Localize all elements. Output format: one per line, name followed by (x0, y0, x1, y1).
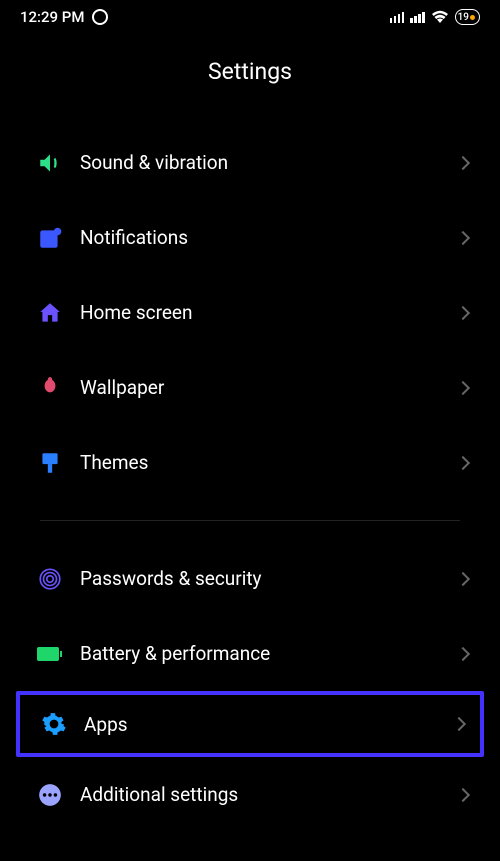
status-left: 12:29 PM (20, 8, 108, 26)
item-wallpaper[interactable]: Wallpaper (20, 350, 480, 425)
item-label: Notifications (80, 226, 458, 249)
assistant-icon (92, 9, 108, 25)
item-themes[interactable]: Themes (20, 425, 480, 500)
battery-percent: 19 (458, 12, 469, 23)
item-label: Home screen (80, 301, 458, 324)
chevron-right-icon (456, 155, 470, 169)
battery-icon: 19 (455, 9, 480, 25)
item-label: Passwords & security (80, 567, 458, 590)
item-home-screen[interactable]: Home screen (20, 275, 480, 350)
item-label: Additional settings (80, 783, 458, 806)
item-label: Wallpaper (80, 376, 458, 399)
gear-icon (24, 711, 84, 737)
signal-icon-1 (390, 12, 405, 23)
status-right: 19 (390, 9, 480, 25)
item-label: Apps (84, 713, 454, 736)
chevron-right-icon (456, 455, 470, 469)
page-title: Settings (0, 28, 500, 125)
item-passwords-security[interactable]: Passwords & security (20, 541, 480, 616)
item-label: Battery & performance (80, 642, 458, 665)
home-icon (20, 300, 80, 326)
brush-icon (20, 450, 80, 476)
item-label: Themes (80, 451, 458, 474)
divider (40, 520, 460, 521)
item-notifications[interactable]: Notifications (20, 200, 480, 275)
signal-icon-2 (410, 12, 425, 23)
item-apps[interactable]: Apps (24, 695, 476, 753)
battery-icon (20, 645, 80, 663)
chevron-right-icon (456, 646, 470, 660)
item-sound-vibration[interactable]: Sound & vibration (20, 125, 480, 200)
chevron-right-icon (456, 305, 470, 319)
item-additional-settings[interactable]: Additional settings (20, 757, 480, 832)
chevron-right-icon (456, 230, 470, 244)
chevron-right-icon (456, 380, 470, 394)
status-time: 12:29 PM (20, 8, 84, 26)
chevron-right-icon (452, 717, 466, 731)
speaker-icon (20, 150, 80, 176)
chevron-right-icon (456, 787, 470, 801)
highlight-apps: Apps (16, 691, 484, 757)
status-bar: 12:29 PM 19 (0, 0, 500, 28)
ellipsis-icon (20, 782, 80, 808)
notification-icon (20, 225, 80, 251)
chevron-right-icon (456, 571, 470, 585)
item-label: Sound & vibration (80, 151, 458, 174)
flower-icon (20, 375, 80, 401)
item-battery-performance[interactable]: Battery & performance (20, 616, 480, 691)
wifi-icon (431, 10, 449, 24)
fingerprint-icon (20, 566, 80, 592)
settings-list: Sound & vibration Notifications Home scr… (0, 125, 500, 832)
